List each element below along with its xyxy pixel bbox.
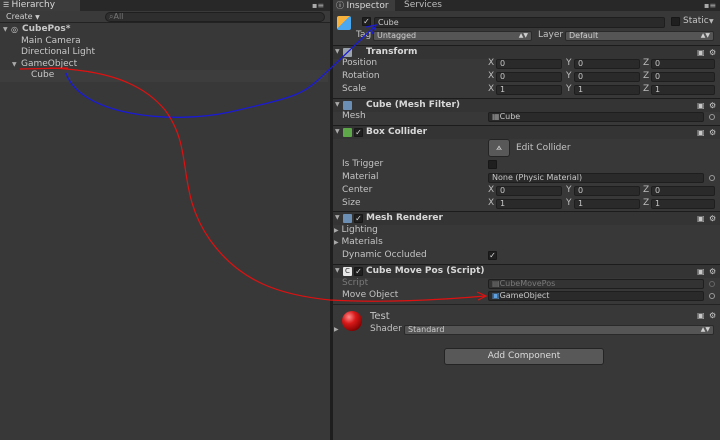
- annotation-overlay: [19, 24, 488, 302]
- blue-annotation-arrow: [65, 26, 375, 118]
